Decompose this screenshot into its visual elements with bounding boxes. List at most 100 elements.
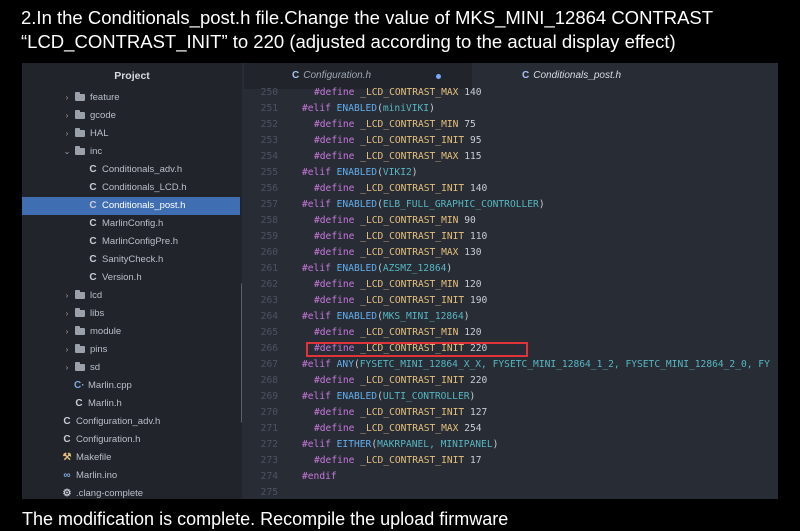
code-editor: C Configuration.h C Conditionals_post.h 25… [244, 63, 778, 499]
file-item[interactable]: C MarlinConfigPre.h [22, 233, 240, 251]
line-content: #elif EITHER(MAKRPANEL, MINIPANEL) [302, 437, 498, 453]
file-item[interactable]: C Marlin.h [22, 395, 240, 413]
sidebar-title: Project [114, 70, 150, 82]
directive-keyword: #elif [302, 359, 337, 370]
line-content: #define _LCD_CONTRAST_MAX 130 [314, 245, 482, 261]
folder-item[interactable]: › sd [22, 359, 240, 377]
macro-value: 75 [464, 119, 476, 130]
code-paren: ) [492, 439, 499, 450]
chevron-right-icon[interactable]: › [62, 89, 72, 107]
macro-name: _LCD_CONTRAST_MAX [360, 87, 459, 98]
line-number: 250 [260, 87, 278, 98]
file-item[interactable]: C Conditionals_adv.h [22, 161, 240, 179]
directive-keyword: #define [314, 215, 361, 226]
line-content: #define _LCD_CONTRAST_INIT 140 [314, 181, 487, 197]
line-content: #elif ANY(FYSETC_MINI_12864_X_X, FYSETC_… [302, 357, 770, 373]
line-number: 253 [260, 135, 278, 146]
chevron-right-icon[interactable]: › [62, 305, 72, 323]
directive-keyword: #define [314, 375, 361, 386]
line-number: 266 [260, 343, 278, 354]
line-content: #define _LCD_CONTRAST_MIN 120 [314, 325, 482, 341]
chevron-right-icon[interactable]: › [62, 359, 72, 377]
macro-name: _LCD_CONTRAST_INIT [360, 231, 465, 242]
folder-item[interactable]: › pins [22, 341, 240, 359]
macro-name: _LCD_CONTRAST_MAX [360, 151, 459, 162]
tree-item-label: Version.h [102, 272, 142, 283]
chevron-right-icon[interactable]: › [62, 287, 72, 305]
sidebar-scrollbar[interactable] [241, 283, 242, 423]
tab-conditionals-post-h[interactable]: C Conditionals_post.h [472, 63, 778, 89]
tree-item-label: Marlin.cpp [88, 380, 132, 391]
function-name: ENABLED [336, 311, 378, 322]
ino-file-icon: ∞ [63, 470, 71, 481]
folder-item[interactable]: › module [22, 323, 240, 341]
macro-name: _LCD_CONTRAST_INIT [360, 407, 465, 418]
chevron-right-icon[interactable]: › [62, 107, 72, 125]
macro-value: 130 [464, 247, 482, 258]
folder-icon [75, 110, 85, 119]
file-item[interactable]: ∞ Marlin.ino [22, 467, 240, 485]
macro-value: 127 [469, 407, 488, 418]
file-item[interactable]: C· Marlin.cpp [22, 377, 240, 395]
code-paren: ) [429, 103, 435, 114]
folder-item[interactable]: ⌄ inc [22, 143, 240, 161]
file-item[interactable]: C Version.h [22, 269, 240, 287]
macro-name: _LCD_CONTRAST_MIN [360, 119, 459, 130]
line-content: #define _LCD_CONTRAST_MAX 254 [314, 421, 482, 437]
function-name: EITHER [336, 439, 372, 450]
tree-item-label: sd [90, 362, 101, 373]
folder-icon [75, 128, 85, 137]
chevron-right-icon[interactable]: › [62, 323, 72, 341]
code-paren: ) [538, 199, 545, 210]
tree-item-label: SanityCheck.h [102, 254, 164, 265]
instruction-line-1: 2.In the Conditionals_post.h file.Change… [21, 7, 714, 28]
tree-item-label: Conditionals_post.h [102, 200, 186, 211]
macro-value: 190 [469, 295, 488, 306]
tree-item-label: lcd [90, 290, 103, 301]
function-argument: ELB_FULL_GRAPHIC_CONTROLLER [382, 199, 539, 210]
makefile-icon: ⚒ [62, 452, 72, 463]
chevron-right-icon[interactable]: › [62, 125, 72, 143]
file-item[interactable]: ⚒ Makefile [22, 449, 240, 467]
directive-keyword: #define [314, 87, 361, 98]
line-number: 258 [260, 215, 278, 226]
chevron-right-icon[interactable]: › [62, 341, 72, 359]
modified-indicator-icon [436, 74, 441, 79]
file-item[interactable]: ⚙ .clang-complete [22, 485, 240, 499]
directive-keyword: #elif [302, 263, 337, 274]
directive-keyword: #define [314, 407, 361, 418]
tree-item-label: MarlinConfig.h [102, 218, 164, 229]
c-file-icon: C [89, 164, 97, 175]
file-item[interactable]: C Configuration.h [22, 431, 240, 449]
folder-item[interactable]: › HAL [22, 125, 240, 143]
folder-item[interactable]: › gcode [22, 107, 240, 125]
macro-name: _LCD_CONTRAST_INIT [360, 135, 465, 146]
directive-keyword: #elif [302, 167, 337, 178]
file-item[interactable]: C Conditionals_LCD.h [22, 179, 240, 197]
line-content: #define _LCD_CONTRAST_INIT 127 [314, 405, 487, 421]
directive-keyword: #define [314, 327, 361, 338]
chevron-down-icon[interactable]: ⌄ [62, 143, 72, 161]
c-file-icon: C [292, 70, 300, 81]
file-item[interactable]: C Configuration_adv.h [22, 413, 240, 431]
macro-name: _LCD_CONTRAST_INIT [360, 455, 465, 466]
function-argument: MAKRPANEL, MINIPANEL [377, 439, 493, 450]
macro-name: _LCD_CONTRAST_INIT [360, 375, 465, 386]
directive-keyword: #define [314, 231, 361, 242]
macro-value: 120 [464, 327, 482, 338]
folder-item[interactable]: › feature [22, 89, 240, 107]
line-number: 268 [260, 375, 278, 386]
c-file-icon: C [63, 434, 71, 445]
file-item[interactable]: C SanityCheck.h [22, 251, 240, 269]
macro-value: 95 [469, 135, 482, 146]
directive-keyword: #define [314, 135, 361, 146]
directive-keyword: #define [314, 423, 361, 434]
folder-item[interactable]: › lcd [22, 287, 240, 305]
tree-item-label: MarlinConfigPre.h [102, 236, 179, 247]
function-name: ANY [336, 359, 354, 370]
macro-value: 220 [469, 375, 488, 386]
folder-item[interactable]: › libs [22, 305, 240, 323]
file-item[interactable]: C Conditionals_post.h [22, 197, 240, 215]
file-item[interactable]: C MarlinConfig.h [22, 215, 240, 233]
line-content: #define _LCD_CONTRAST_MAX 115 [314, 149, 482, 165]
